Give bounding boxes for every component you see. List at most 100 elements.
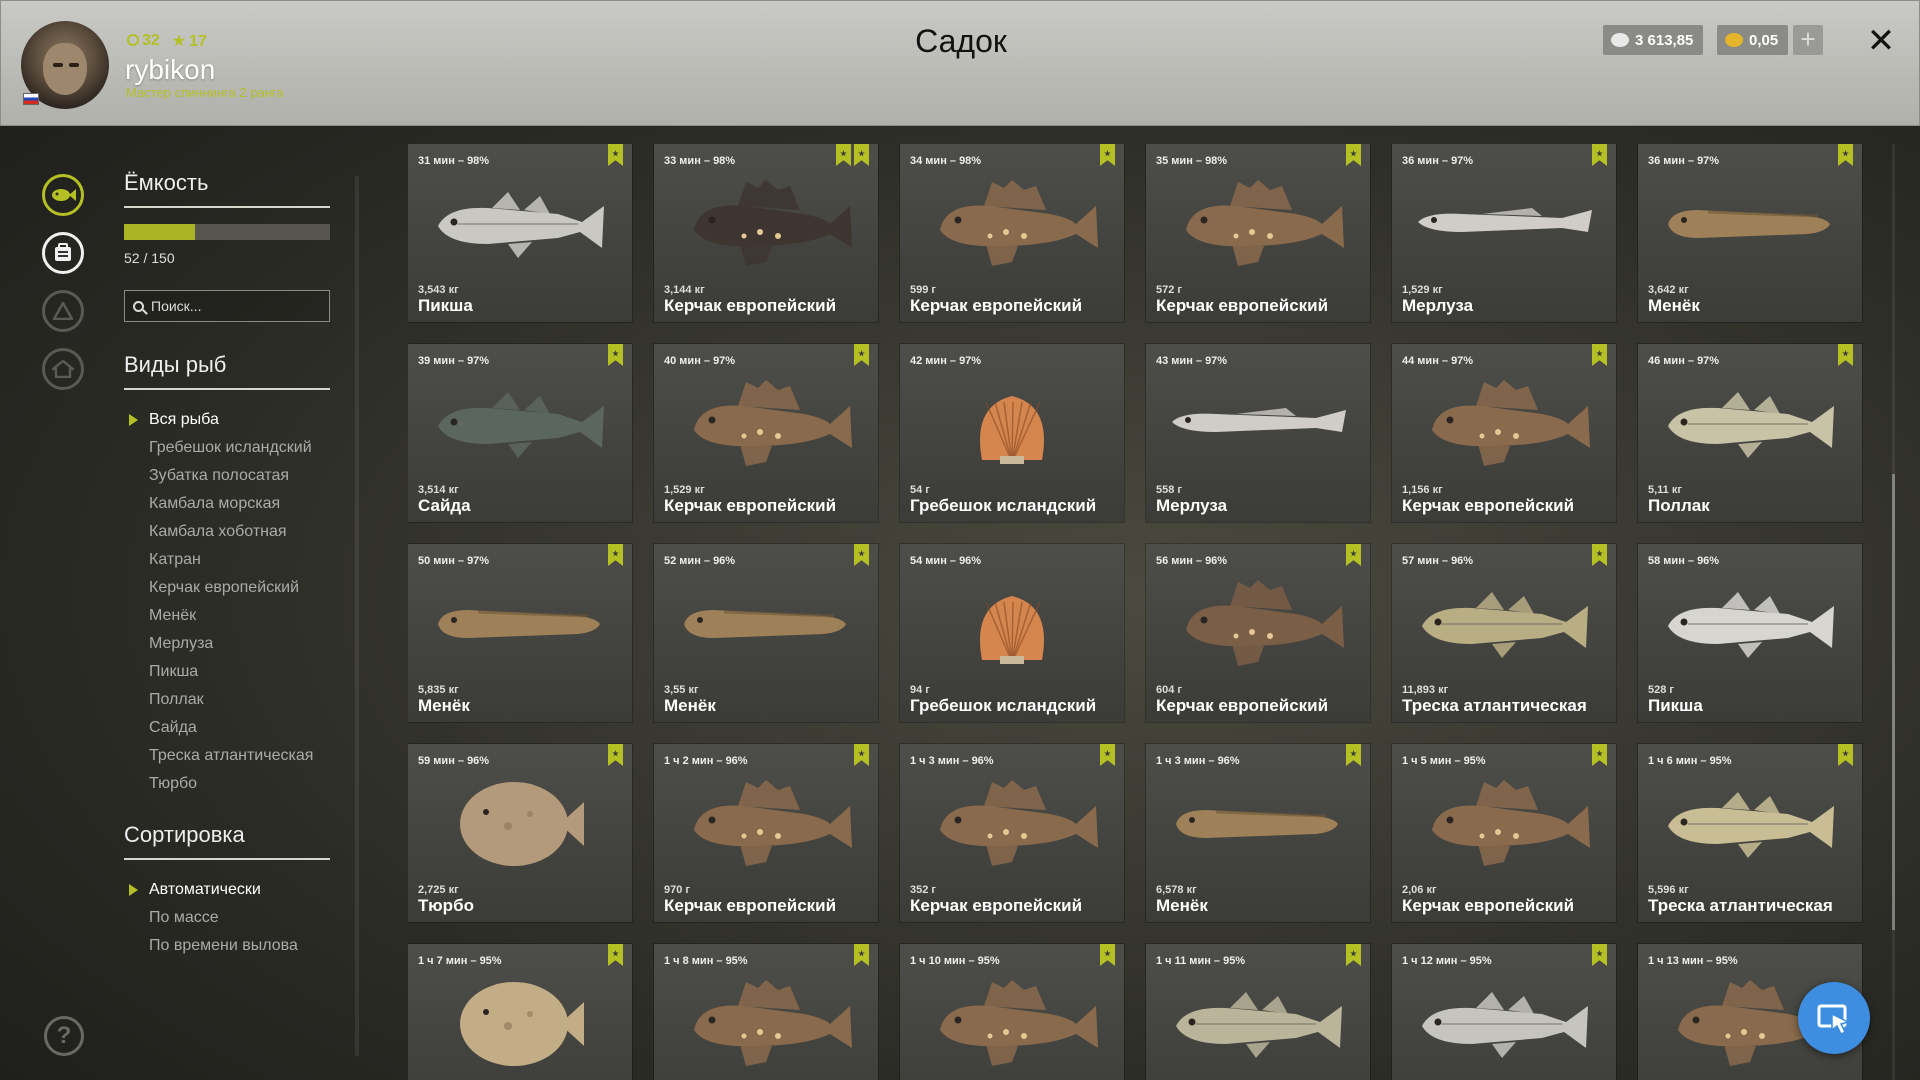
fish-card[interactable]: 54 мин – 96% 94 г Гребешок исландский [900,544,1124,722]
bookmark-star-icon[interactable] [1346,944,1361,966]
fish-card[interactable]: 39 мин – 97% 3,514 кг Сайда [408,344,632,522]
fish-card[interactable]: 1 ч 6 мин – 95% 5,596 кг Треска атлантиче… [1638,744,1862,922]
sort-title: Сортировка [124,822,330,860]
fish-weight: 1,529 кг [664,484,705,496]
fish-grid-viewport[interactable]: 31 мин – 98% 3,543 кг Пикша 33 мин – 98% 3… [408,144,1882,1080]
species-filter-item[interactable]: Менёк [124,602,330,630]
help-icon[interactable]: ? [44,1016,84,1056]
species-filter-item[interactable]: Поллак [124,686,330,714]
cursor-mode-button[interactable] [1798,982,1870,1054]
fish-card[interactable]: 1 ч 3 мин – 96% 6,578 кг Менёк [1146,744,1370,922]
bookmark-star-icon[interactable] [1346,144,1361,166]
fish-card[interactable]: 59 мин – 96% 2,725 кг Тюрбо [408,744,632,922]
fish-card[interactable]: 52 мин – 96% 3,55 кг Менёк [654,544,878,722]
species-filter-item[interactable]: Камбала хоботная [124,518,330,546]
bookmark-star-icon[interactable] [1592,144,1607,166]
fish-name: Пикша [418,296,473,315]
species-filter-item[interactable]: Катран [124,546,330,574]
close-button[interactable]: ✕ [1863,23,1899,59]
bookmark-star-icon[interactable] [1838,144,1853,166]
bookmark-star-icon[interactable] [1346,544,1361,566]
species-filter-item[interactable]: Гребешок исландский [124,434,330,462]
silver-balance[interactable]: 3 613,85 [1603,25,1704,55]
fish-card[interactable]: 36 мин – 97% 1,529 кг Мерлуза [1392,144,1616,322]
species-filter-item[interactable]: Мерлуза [124,630,330,658]
species-filter-list: Вся рыба Гребешок исландский Зубатка полос… [124,406,330,798]
bookmark-star-icon[interactable] [608,144,623,166]
fish-card[interactable]: 1 ч 5 мин – 95% 2,06 кг Керчак европейски… [1392,744,1616,922]
bookmark-star-icon[interactable] [1838,744,1853,766]
fish-name: Треска атлантическая [1648,896,1833,915]
fish-weight: 3,55 кг [664,684,699,696]
fish-card[interactable]: 42 мин – 97% 54 г Гребешок исландский [900,344,1124,522]
fish-grid: 31 мин – 98% 3,543 кг Пикша 33 мин – 98% 3… [408,144,1882,1080]
bookmark-star-icon[interactable] [1592,944,1607,966]
fish-card[interactable]: 58 мин – 96% 528 г Пикша [1638,544,1862,722]
fish-card[interactable]: 1 ч 8 мин – 95% [654,944,878,1080]
bookmark-star-icon[interactable] [1100,144,1115,166]
search-icon [133,300,144,312]
species-filter-item[interactable]: Зубатка полосатая [124,462,330,490]
scrollbar-thumb[interactable] [1892,474,1895,930]
fish-card[interactable]: 1 ч 7 мин – 95% [408,944,632,1080]
bookmark-star-icon[interactable] [608,744,623,766]
inventory-icon[interactable] [42,232,84,274]
fish-card[interactable]: 44 мин – 97% 1,156 кг Керчак европейский [1392,344,1616,522]
bookmark-star-icon[interactable] [1100,944,1115,966]
bookmark-star-icon[interactable] [608,544,623,566]
bookmark-star-icon[interactable] [1592,544,1607,566]
species-filter-item[interactable]: Тюрбо [124,770,330,798]
fish-card[interactable]: 1 ч 10 мин – 95% [900,944,1124,1080]
bookmark-star-icon[interactable] [608,344,623,366]
bookmark-star-icon[interactable] [1592,744,1607,766]
fish-card[interactable]: 1 ч 11 мин – 95% [1146,944,1370,1080]
bookmark-star-icon[interactable] [854,344,869,366]
fish-weight: 3,642 кг [1648,284,1689,296]
camp-icon[interactable] [42,290,84,332]
bookmark-star-icon[interactable] [854,544,869,566]
fish-card[interactable]: 50 мин – 97% 5,835 кг Менёк [408,544,632,722]
fish-card[interactable]: 56 мин – 96% 604 г Керчак европейский [1146,544,1370,722]
fish-card[interactable]: 40 мин – 97% 1,529 кг Керчак европейский [654,344,878,522]
species-filter-item[interactable]: Вся рыба [124,406,330,434]
gold-balance[interactable]: 0,05 [1717,25,1789,55]
bookmark-star-icon[interactable] [1100,744,1115,766]
fish-card[interactable]: 1 ч 12 мин – 95% [1392,944,1616,1080]
bookmark-star-icon[interactable] [854,744,869,766]
search-input[interactable]: Поиск... [124,290,330,322]
species-filter-item[interactable]: Пикша [124,658,330,686]
fish-card[interactable]: 31 мин – 98% 3,543 кг Пикша [408,144,632,322]
fish-card[interactable]: 1 ч 2 мин – 96% 970 г Керчак европейский [654,744,878,922]
fish-card[interactable]: 46 мин – 97% 5,11 кг Поллак [1638,344,1862,522]
capacity-count: 52 / 150 [124,250,175,266]
fish-card[interactable]: 34 мин – 98% 599 г Керчак европейский [900,144,1124,322]
species-filter-item[interactable]: Треска атлантическая [124,742,330,770]
fish-card[interactable]: 43 мин – 97% 558 г Мерлуза [1146,344,1370,522]
fish-name: Керчак европейский [1156,696,1329,715]
bookmark-star-icon[interactable] [854,144,869,166]
species-filter-item[interactable]: Камбала морская [124,490,330,518]
bookmark-star-icon[interactable] [1346,744,1361,766]
add-currency-button[interactable]: + [1793,25,1823,55]
bookmark-star-icon[interactable] [1838,344,1853,366]
fish-card[interactable]: 57 мин – 96% 11,893 кг Треска атлантическ… [1392,544,1616,722]
fish-card[interactable]: 36 мин – 97% 3,642 кг Менёк [1638,144,1862,322]
bookmark-star-icon[interactable] [854,944,869,966]
sort-option-item[interactable]: Автоматически [124,876,330,904]
fish-weight: 5,835 кг [418,684,459,696]
fish-card[interactable]: 1 ч 3 мин – 96% 352 г Керчак европейский [900,744,1124,922]
home-icon[interactable] [42,348,84,390]
bookmark-star-icon[interactable] [608,944,623,966]
fish-name: Менёк [418,696,470,715]
species-filter-item[interactable]: Керчак европейский [124,574,330,602]
bookmark-star-icon[interactable] [1592,344,1607,366]
sort-option-item[interactable]: По времени вылова [124,932,330,960]
species-filter-item[interactable]: Сайда [124,714,330,742]
fish-weight: 94 г [910,684,930,696]
fish-card[interactable]: 33 мин – 98% 3,144 кг Керчак европейский [654,144,878,322]
bookmark-star-icon[interactable] [836,144,851,166]
fish-weight: 2,725 кг [418,884,459,896]
fish-card[interactable]: 35 мин – 98% 572 г Керчак европейский [1146,144,1370,322]
sort-option-item[interactable]: По массе [124,904,330,932]
fish-keepnet-icon[interactable] [42,174,84,216]
